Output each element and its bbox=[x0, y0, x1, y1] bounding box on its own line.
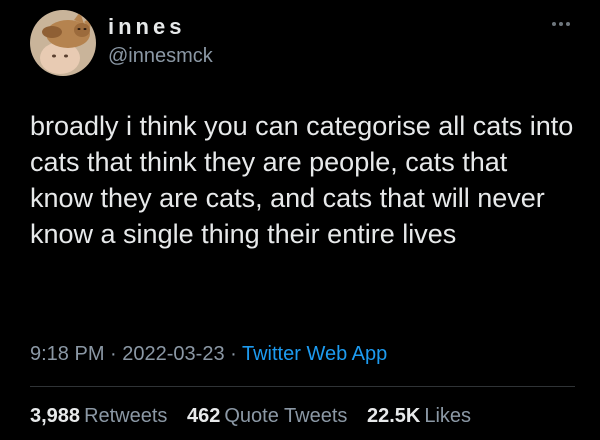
divider bbox=[30, 386, 575, 387]
tweet-header: innes @innesmck bbox=[30, 10, 213, 76]
more-dot bbox=[552, 22, 556, 26]
avatar[interactable] bbox=[30, 10, 96, 76]
retweets-label: Retweets bbox=[84, 405, 168, 427]
author-names: innes @innesmck bbox=[108, 13, 213, 69]
tweet-card: innes @innesmck broadly i think you can … bbox=[0, 0, 600, 440]
tweet-text: broadly i think you can categorise all c… bbox=[30, 111, 574, 249]
tweet-stats: 3,988 Retweets 462 Quote Tweets 22.5K Likes bbox=[30, 402, 471, 430]
more-horizontal-icon[interactable] bbox=[552, 22, 570, 26]
tweet-time[interactable]: 9:18 PM bbox=[30, 343, 104, 365]
quote-tweets-count: 462 bbox=[187, 405, 221, 427]
likes-label: Likes bbox=[424, 405, 472, 427]
display-name[interactable]: innes bbox=[108, 13, 213, 41]
likes-stat[interactable]: 22.5K Likes bbox=[367, 405, 471, 427]
more-dot bbox=[559, 22, 563, 26]
tweet-date[interactable]: 2022-03-23 bbox=[122, 343, 224, 365]
retweets-count: 3,988 bbox=[30, 405, 81, 427]
likes-count: 22.5K bbox=[366, 405, 421, 427]
meta-separator: · bbox=[104, 343, 123, 365]
meta-separator: · bbox=[224, 343, 242, 365]
handle[interactable]: @innesmck bbox=[108, 43, 213, 69]
quote-tweets-label: Quote Tweets bbox=[224, 405, 348, 427]
avatar-image bbox=[30, 10, 96, 76]
tweet-meta: 9:18 PM · 2022-03-23 · Twitter Web App bbox=[30, 340, 387, 368]
tweet-source-link[interactable]: Twitter Web App bbox=[242, 343, 387, 365]
more-dot bbox=[566, 22, 570, 26]
retweets-stat[interactable]: 3,988 Retweets bbox=[30, 405, 167, 427]
quote-tweets-stat[interactable]: 462 Quote Tweets bbox=[187, 405, 347, 427]
